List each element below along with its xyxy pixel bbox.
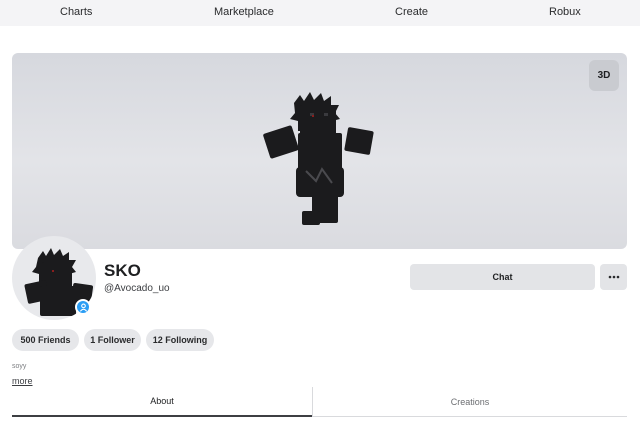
nav-item-robux[interactable]: Robux (549, 6, 581, 18)
nav-item-create[interactable]: Create (395, 6, 428, 18)
nav-item-marketplace[interactable]: Marketplace (214, 6, 274, 18)
friends-count-pill[interactable]: 500 Friends (12, 329, 79, 351)
avatar-3d-render (263, 92, 374, 225)
more-options-button[interactable] (600, 264, 627, 290)
tab-creations[interactable]: Creations (312, 387, 627, 417)
top-navigation: Charts Marketplace Create Robux (0, 0, 640, 26)
bio-more-link[interactable]: more (12, 376, 33, 386)
presence-indicator (75, 299, 91, 315)
chat-button[interactable]: Chat (410, 264, 595, 290)
tab-about[interactable]: About (12, 387, 312, 417)
view-3d-button[interactable]: 3D (589, 60, 619, 91)
followers-count-pill[interactable]: 1 Follower (84, 329, 141, 351)
nav-item-charts[interactable]: Charts (60, 6, 92, 18)
user-presence-icon (79, 303, 87, 312)
more-horizontal-icon (608, 275, 619, 279)
username: @Avocado_uo (104, 283, 170, 294)
profile-bio: soyy (12, 363, 27, 370)
avatar-banner: 3D (12, 53, 627, 249)
display-name: SKO (104, 261, 141, 280)
following-count-pill[interactable]: 12 Following (146, 329, 214, 351)
profile-tabs: About Creations (12, 387, 627, 417)
